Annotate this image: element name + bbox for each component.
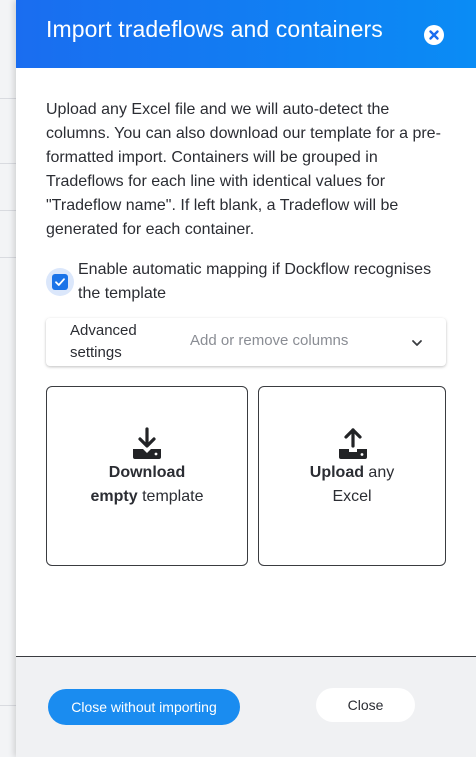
background-divider — [0, 705, 16, 706]
advanced-settings-label: Advanced settings — [70, 322, 137, 361]
panel-header: Import tradeflows and containers — [16, 0, 476, 68]
background-divider — [0, 210, 16, 211]
upload-excel-card[interactable]: Upload any Excel — [258, 386, 446, 566]
close-without-importing-button[interactable]: Close without importing — [48, 689, 240, 725]
import-panel: Import tradeflows and containers Upload … — [16, 0, 476, 757]
upload-bold-label: Upload — [309, 464, 364, 481]
background-page — [0, 0, 16, 757]
upload-card-text: Upload any Excel — [259, 461, 445, 509]
download-template-card[interactable]: Download empty template — [46, 386, 248, 566]
import-description: Upload any Excel file and we will auto-d… — [46, 101, 441, 238]
background-divider — [0, 163, 16, 164]
auto-mapping-checkbox[interactable] — [46, 268, 74, 296]
excel-label: Excel — [332, 488, 372, 505]
background-divider — [0, 257, 16, 258]
panel-footer: Close without importing Close — [16, 657, 476, 757]
any-label: any — [363, 464, 395, 481]
close-button[interactable]: Close — [316, 688, 415, 722]
empty-bold-label: empty — [90, 488, 138, 505]
download-bold-label: Download — [108, 464, 186, 481]
upload-icon — [339, 428, 367, 459]
auto-mapping-label: Enable automatic mapping if Dockflow rec… — [78, 261, 432, 302]
chevron-down-icon[interactable] — [410, 338, 424, 348]
download-icon — [133, 427, 161, 459]
close-circle-icon[interactable] — [424, 25, 444, 45]
columns-select[interactable]: Add or remove columns — [190, 332, 348, 349]
advanced-settings[interactable]: Advanced settings Add or remove columns — [46, 318, 446, 366]
panel-title: Import tradeflows and containers — [46, 16, 383, 42]
template-label: template — [137, 488, 204, 505]
download-card-text: Download empty template — [47, 461, 247, 509]
checkbox-checked — [52, 274, 68, 290]
background-divider — [0, 98, 16, 99]
